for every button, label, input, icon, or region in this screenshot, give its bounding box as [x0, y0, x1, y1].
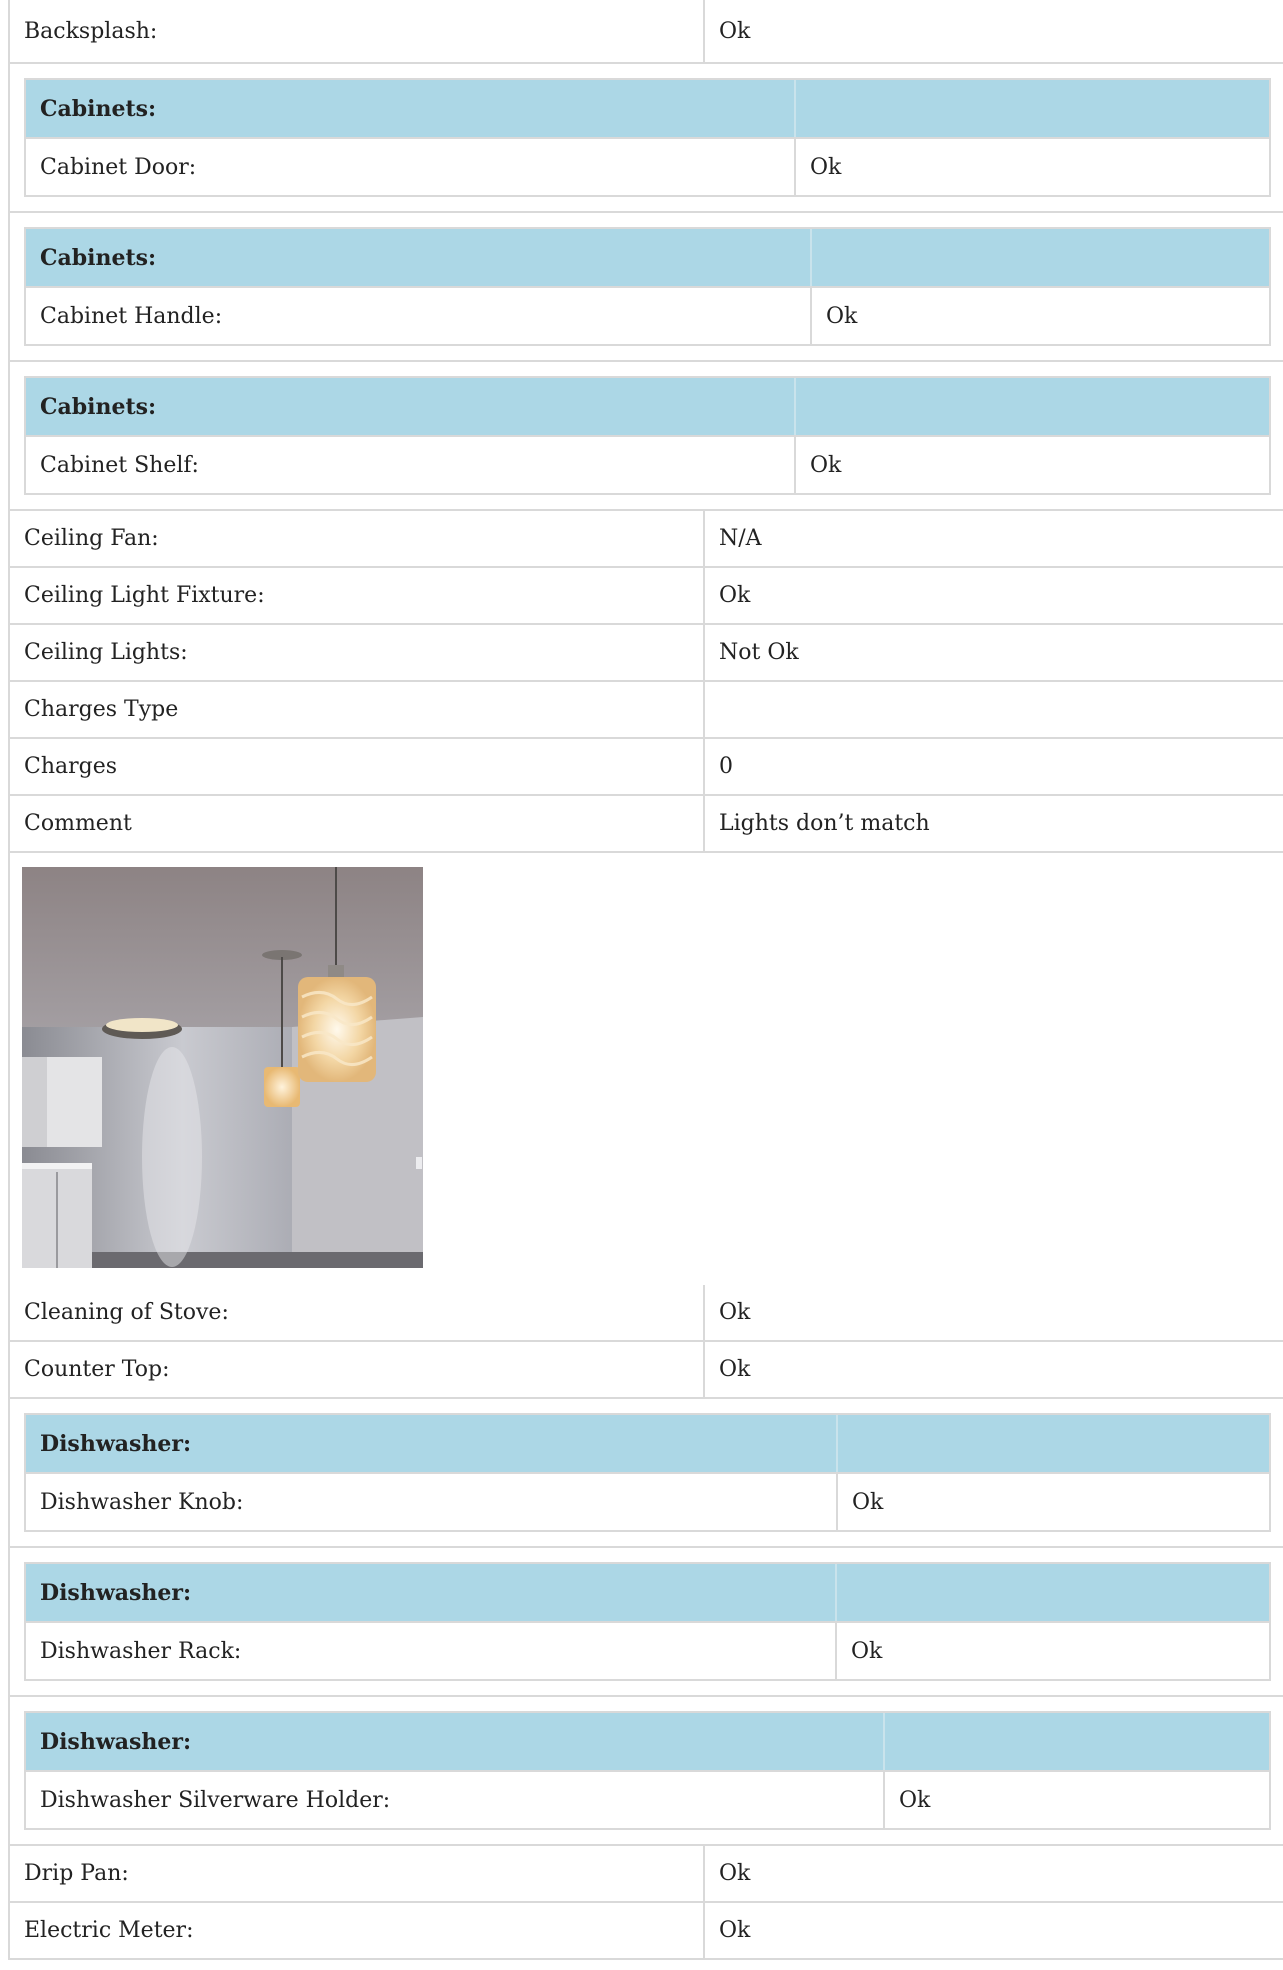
- subgroup-dishwasher-knob: Dishwasher: Dishwasher Knob: Ok: [8, 1399, 1283, 1548]
- subtable-header: Cabinets:: [26, 378, 1269, 437]
- subtable-row-value: Ok: [810, 452, 842, 478]
- row-label: Drip Pan:: [10, 1846, 705, 1901]
- subgroup-cabinet-shelf: Cabinets: Cabinet Shelf: Ok: [8, 362, 1283, 511]
- subtable-header: Dishwasher:: [26, 1564, 1269, 1623]
- inspection-row-backsplash: Backsplash: Ok: [8, 0, 1283, 64]
- inspection-row-charges-type: Charges Type: [8, 682, 1283, 739]
- subtable-row-label: Dishwasher Knob:: [26, 1474, 838, 1530]
- subtable-row: Cabinet Door: Ok: [26, 139, 1269, 195]
- row-value: Not Ok: [719, 640, 799, 665]
- row-label: Charges: [10, 739, 705, 794]
- subtable-row: Dishwasher Knob: Ok: [26, 1474, 1269, 1530]
- subtable: Dishwasher: Dishwasher Knob: Ok: [24, 1413, 1271, 1532]
- row-value: Lights don’t match: [719, 811, 930, 836]
- subtable-row: Cabinet Handle: Ok: [26, 288, 1269, 344]
- ceiling-lights-photo[interactable]: [22, 867, 423, 1268]
- inspection-row-ceiling-fan: Ceiling Fan: N/A: [8, 511, 1283, 568]
- inspection-row-comment: Comment Lights don’t match: [8, 796, 1283, 853]
- subtable: Cabinets: Cabinet Shelf: Ok: [24, 376, 1271, 495]
- row-label: Electric Meter:: [10, 1903, 705, 1958]
- subtable-header: Dishwasher:: [26, 1415, 1269, 1474]
- subtable-header-label: Cabinets:: [26, 229, 812, 286]
- subtable-header-label: Cabinets:: [26, 80, 796, 137]
- subtable-row-label: Cabinet Door:: [26, 139, 796, 195]
- row-label: Ceiling Lights:: [10, 625, 705, 680]
- row-label: Counter Top:: [10, 1342, 705, 1397]
- inspection-report: Backsplash: Ok Cabinets: Cabinet Door: O…: [8, 0, 1283, 1960]
- row-value: Ok: [719, 1861, 751, 1886]
- subgroup-dishwasher-rack: Dishwasher: Dishwasher Rack: Ok: [8, 1548, 1283, 1697]
- row-label: Cleaning of Stove:: [10, 1285, 705, 1340]
- subtable-header-empty: [812, 229, 1269, 286]
- subtable-row: Cabinet Shelf: Ok: [26, 437, 1269, 493]
- subtable-header-label: Dishwasher:: [26, 1415, 838, 1472]
- subtable-row-label: Cabinet Shelf:: [26, 437, 796, 493]
- subtable-header-empty: [796, 378, 1269, 435]
- subtable-header: Cabinets:: [26, 80, 1269, 139]
- subtable-row-value: Ok: [852, 1489, 884, 1515]
- subtable-row-value: Ok: [899, 1787, 931, 1813]
- row-value: Ok: [719, 1300, 751, 1325]
- inspection-row-counter-top: Counter Top: Ok: [8, 1342, 1283, 1399]
- row-value: 0: [719, 754, 733, 779]
- inspection-row-cleaning-of-stove: Cleaning of Stove: Ok: [8, 1285, 1283, 1342]
- subtable-row-value: Ok: [810, 154, 842, 180]
- row-value: Ok: [719, 1357, 751, 1382]
- subtable-header-empty: [796, 80, 1269, 137]
- subtable-header-label: Dishwasher:: [26, 1564, 837, 1621]
- subgroup-dishwasher-silverware-holder: Dishwasher: Dishwasher Silverware Holder…: [8, 1697, 1283, 1846]
- subgroup-cabinet-door: Cabinets: Cabinet Door: Ok: [8, 64, 1283, 213]
- subgroup-cabinet-handle: Cabinets: Cabinet Handle: Ok: [8, 213, 1283, 362]
- row-value: N/A: [719, 526, 762, 551]
- row-label: Ceiling Fan:: [10, 511, 705, 566]
- photo-container: [8, 853, 1283, 1285]
- subtable-header-label: Dishwasher:: [26, 1713, 885, 1770]
- subtable-header-empty: [885, 1713, 1269, 1770]
- subtable-header: Dishwasher:: [26, 1713, 1269, 1772]
- subtable-header: Cabinets:: [26, 229, 1269, 288]
- subtable-header-label: Cabinets:: [26, 378, 796, 435]
- subtable: Dishwasher: Dishwasher Silverware Holder…: [24, 1711, 1271, 1830]
- subtable-row-label: Dishwasher Rack:: [26, 1623, 837, 1679]
- subtable-row: Dishwasher Rack: Ok: [26, 1623, 1269, 1679]
- inspection-row-electric-meter: Electric Meter: Ok: [8, 1903, 1283, 1960]
- row-value: [705, 682, 1283, 737]
- inspection-row-ceiling-lights: Ceiling Lights: Not Ok: [8, 625, 1283, 682]
- row-label: Backsplash:: [10, 0, 705, 62]
- subtable-header-empty: [837, 1564, 1269, 1621]
- subtable: Dishwasher: Dishwasher Rack: Ok: [24, 1562, 1271, 1681]
- subtable: Cabinets: Cabinet Handle: Ok: [24, 227, 1271, 346]
- row-label: Comment: [10, 796, 705, 851]
- inspection-row-ceiling-light-fixture: Ceiling Light Fixture: Ok: [8, 568, 1283, 625]
- row-value: Ok: [719, 1918, 751, 1943]
- inspection-row-charges: Charges 0: [8, 739, 1283, 796]
- subtable-row: Dishwasher Silverware Holder: Ok: [26, 1772, 1269, 1828]
- row-value: Ok: [719, 583, 751, 608]
- subtable-header-empty: [838, 1415, 1269, 1472]
- subtable-row-value: Ok: [826, 303, 858, 329]
- subtable-row-label: Dishwasher Silverware Holder:: [26, 1772, 885, 1828]
- row-value: Ok: [719, 18, 751, 44]
- subtable: Cabinets: Cabinet Door: Ok: [24, 78, 1271, 197]
- subtable-row-value: Ok: [851, 1638, 883, 1664]
- inspection-row-drip-pan: Drip Pan: Ok: [8, 1846, 1283, 1903]
- row-label: Charges Type: [10, 682, 705, 737]
- photo-image: [22, 867, 423, 1268]
- row-label: Ceiling Light Fixture:: [10, 568, 705, 623]
- subtable-row-label: Cabinet Handle:: [26, 288, 812, 344]
